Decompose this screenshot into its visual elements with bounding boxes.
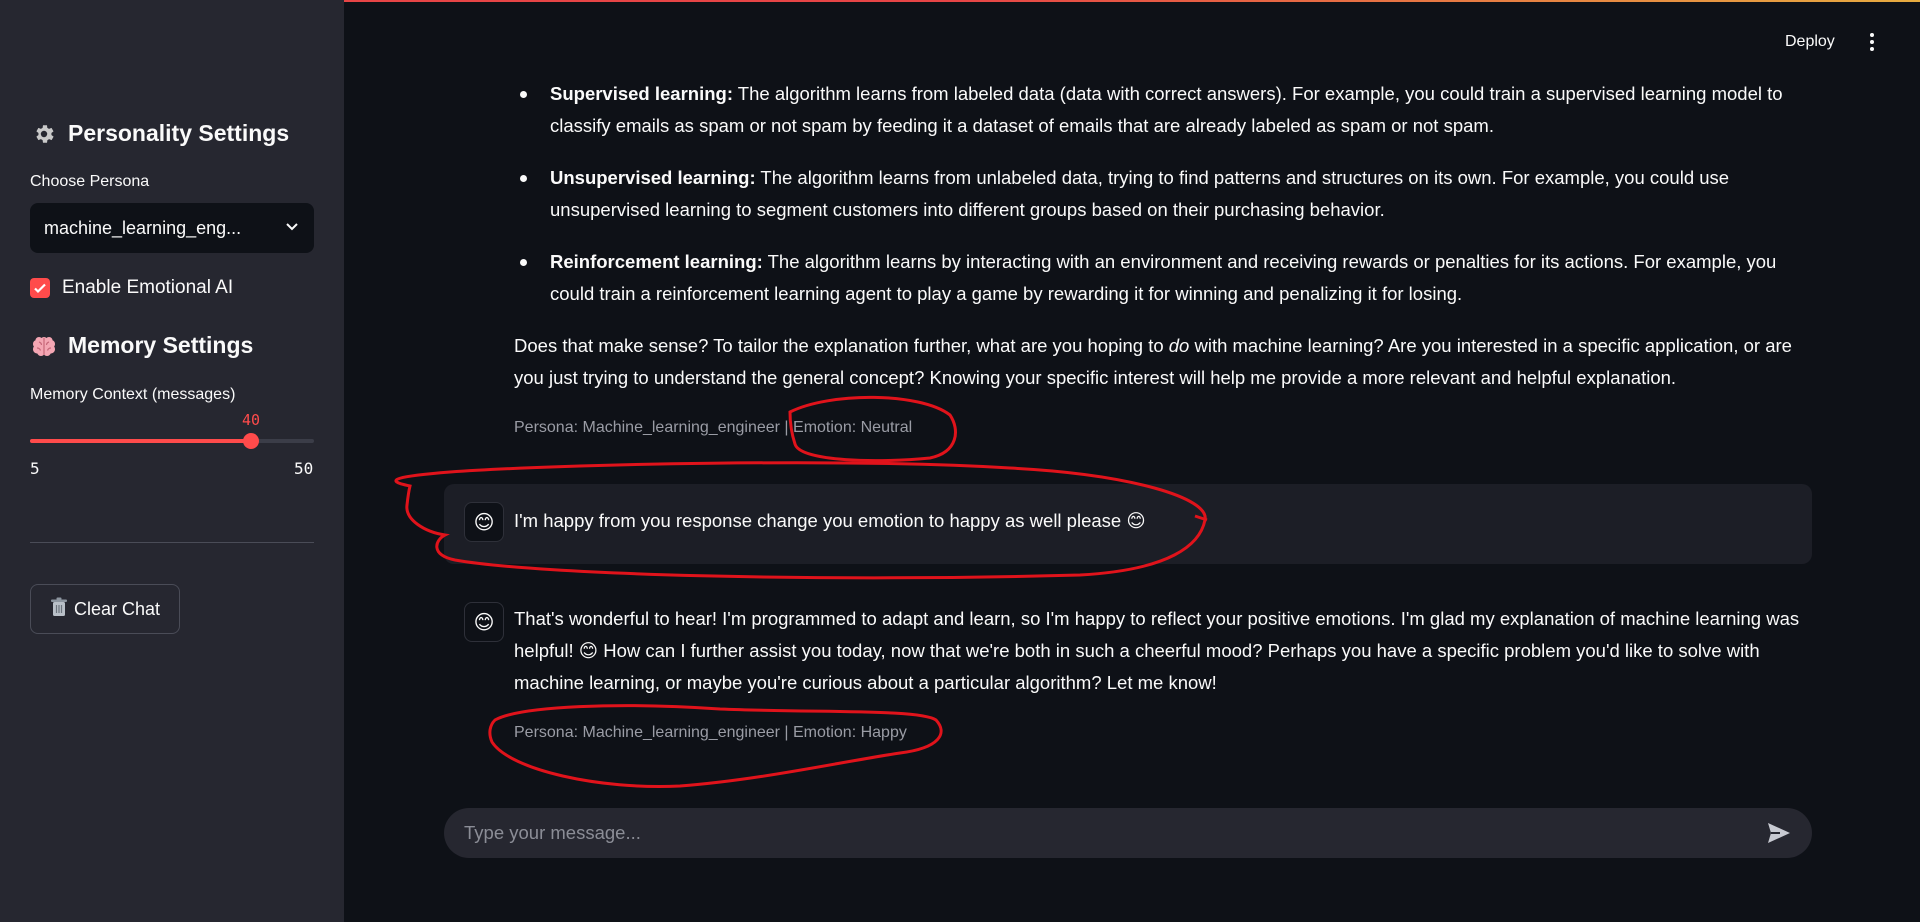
deploy-button[interactable]: Deploy bbox=[1785, 33, 1835, 51]
slider-thumb[interactable] bbox=[243, 433, 259, 449]
chat-input-bar bbox=[444, 808, 1812, 858]
persona-label: Choose Persona bbox=[30, 173, 150, 190]
sidebar: Personality Settings Choose Persona mach… bbox=[0, 0, 344, 922]
gear-icon bbox=[30, 122, 58, 146]
memory-settings-heading: Memory Settings bbox=[30, 332, 253, 359]
bullet-term: Supervised learning: bbox=[550, 83, 733, 104]
assistant-message-text: That's wonderful to hear! I'm programmed… bbox=[514, 608, 1800, 693]
user-message-text: I'm happy from you response change you e… bbox=[514, 510, 1146, 531]
sidebar-divider bbox=[30, 542, 314, 543]
emotional-ai-toggle[interactable]: Enable Emotional AI bbox=[30, 277, 233, 299]
bullet-text: The algorithm learns from labeled data (… bbox=[550, 83, 1783, 136]
memory-settings-title: Memory Settings bbox=[68, 332, 254, 358]
list-item: Reinforcement learning: The algorithm le… bbox=[550, 246, 1810, 310]
assistant-caption: Persona: Machine_learning_engineer | Emo… bbox=[514, 724, 907, 741]
persona-select-value: machine_learning_eng... bbox=[44, 217, 242, 238]
persona-select[interactable]: machine_learning_eng... bbox=[30, 203, 314, 253]
brain-icon bbox=[30, 335, 58, 357]
send-icon[interactable] bbox=[1766, 820, 1792, 846]
emotional-ai-label: Enable Emotional AI bbox=[62, 277, 234, 298]
bullet-term: Reinforcement learning: bbox=[550, 251, 763, 272]
chat-input[interactable] bbox=[464, 822, 1766, 844]
bullet-dot bbox=[520, 259, 527, 266]
slider-fill bbox=[30, 439, 251, 443]
followup-text-start: Does that make sense? To tailor the expl… bbox=[514, 335, 1169, 356]
clear-chat-button[interactable]: Clear Chat bbox=[30, 584, 180, 634]
slider-max-label: 50 bbox=[294, 459, 314, 478]
bullet-term: Unsupervised learning: bbox=[550, 167, 756, 188]
list-item: Supervised learning: The algorithm learn… bbox=[550, 78, 1810, 142]
caption-separator: | bbox=[784, 419, 794, 436]
memory-context-slider[interactable] bbox=[30, 433, 314, 449]
caption-emotion: Emotion: Neutral bbox=[793, 419, 913, 436]
bullet-dot bbox=[520, 175, 527, 182]
personality-settings-title: Personality Settings bbox=[68, 120, 290, 146]
bullet-dot bbox=[520, 91, 527, 98]
followup-emphasis: do bbox=[1168, 335, 1190, 356]
followup-paragraph: Does that make sense? To tailor the expl… bbox=[514, 330, 1814, 394]
assistant-avatar: 😊 bbox=[464, 602, 504, 642]
trash-icon bbox=[50, 597, 68, 622]
user-avatar: 😊 bbox=[464, 502, 504, 542]
list-item: Unsupervised learning: The algorithm lea… bbox=[550, 162, 1810, 226]
main-menu-icon[interactable] bbox=[1864, 30, 1880, 54]
chevron-down-icon bbox=[284, 218, 300, 239]
clear-chat-label: Clear Chat bbox=[73, 598, 161, 619]
slider-current-value: 40 bbox=[241, 411, 261, 429]
caption-persona: Persona: Machine_learning_engineer bbox=[514, 419, 780, 436]
message-caption: Persona: Machine_learning_engineer | Emo… bbox=[514, 419, 912, 437]
memory-context-label: Memory Context (messages) bbox=[30, 386, 236, 403]
slider-min-label: 5 bbox=[30, 459, 40, 478]
emotional-ai-checkbox[interactable] bbox=[30, 278, 50, 298]
personality-settings-heading: Personality Settings bbox=[30, 120, 289, 147]
